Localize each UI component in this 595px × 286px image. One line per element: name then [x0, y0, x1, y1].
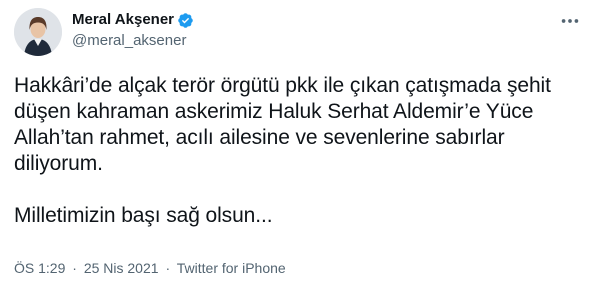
meta-separator: ·	[165, 260, 171, 276]
more-options-icon[interactable]	[559, 10, 581, 32]
tweet-header: Meral Akşener @meral_aksener	[72, 10, 194, 51]
avatar-image	[14, 8, 62, 56]
tweet-paragraph-1: Hakkâri’de alçak terör örgütü pkk ile çı…	[14, 74, 551, 175]
tweet-text: Hakkâri’de alçak terör örgütü pkk ile çı…	[14, 73, 584, 229]
verified-badge-icon	[177, 12, 194, 29]
tweet-meta: ÖS 1:29 · 25 Nis 2021 · Twitter for iPho…	[14, 259, 286, 277]
name-row: Meral Akşener	[72, 10, 194, 30]
tweet-date[interactable]: 25 Nis 2021	[84, 260, 159, 276]
tweet-source[interactable]: Twitter for iPhone	[177, 260, 286, 276]
tweet-card: Meral Akşener @meral_aksener Hakkâri’de …	[0, 0, 595, 286]
avatar[interactable]	[14, 8, 62, 56]
display-name[interactable]: Meral Akşener	[72, 10, 174, 30]
user-handle[interactable]: @meral_aksener	[72, 31, 194, 51]
tweet-time[interactable]: ÖS 1:29	[14, 260, 65, 276]
meta-separator: ·	[72, 260, 77, 276]
tweet-paragraph-2: Milletimizin başı sağ olsun...	[14, 204, 273, 227]
